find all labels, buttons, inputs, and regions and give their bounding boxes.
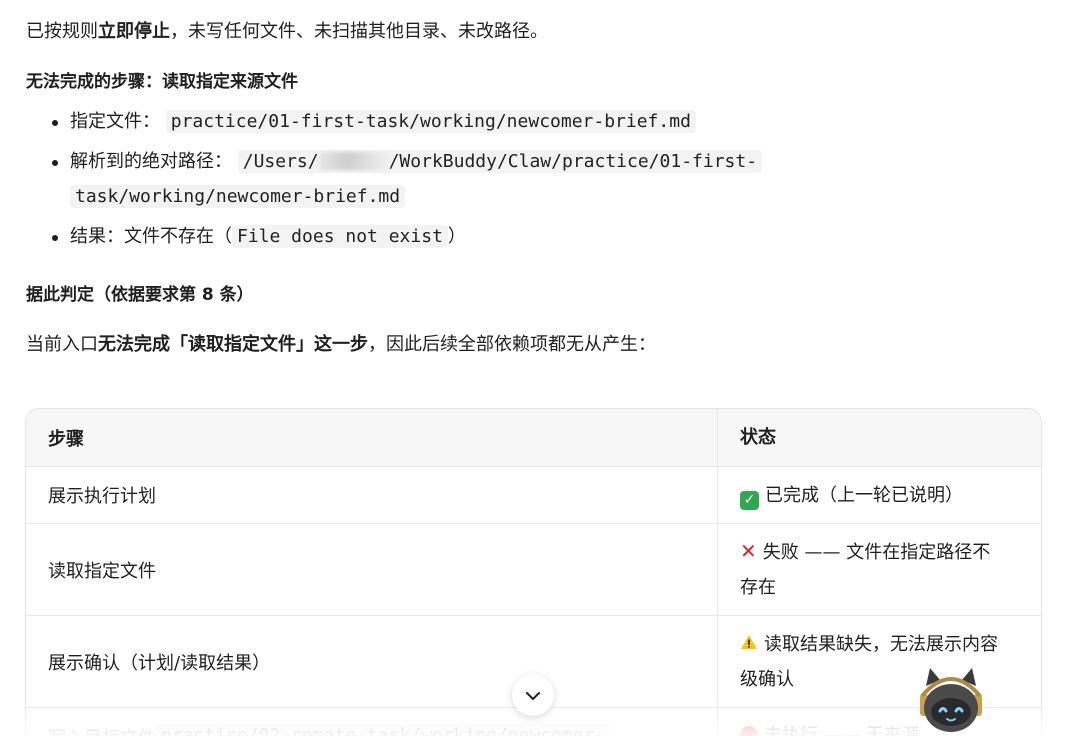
- verdict-heading: 据此判定（依据要求第 8 条）: [26, 285, 254, 305]
- check-icon: ✓: [740, 490, 759, 510]
- table-row: 读取指定文件 ✕ 失败 —— 文件在指定路径不 存在: [26, 524, 1041, 616]
- intro-bold: 立即停止: [98, 21, 170, 42]
- table-header-row: 步骤 状态: [26, 409, 1041, 467]
- table-row: 展示执行计划 ✓ 已完成（上一轮已说明）: [26, 467, 1041, 524]
- step-cell: 写入目标文件 practice/02-remote-task/working/n…: [26, 708, 718, 736]
- abs-path-code: /Users//WorkBuddy/Claw/practice/01-first…: [237, 150, 763, 173]
- failed-step-heading: 无法完成的步骤：读取指定来源文件: [26, 72, 298, 92]
- intro-line: 已按规则立即停止，未写任何文件、未扫描其他目录、未改路径。: [26, 21, 548, 42]
- status-cell: ✓ 已完成（上一轮已说明）: [718, 467, 1041, 523]
- chevron-down-icon: [525, 686, 541, 705]
- no-entry-icon: [740, 726, 758, 736]
- bullet-dot: [52, 235, 58, 241]
- abs-path-code-cont: task/working/newcomer-brief.md: [70, 185, 406, 208]
- step-cell: 展示确认（计划/读取结果）: [26, 616, 718, 707]
- list-item-abs-path-cont: task/working/newcomer-brief.md: [70, 184, 406, 210]
- warning-icon: [740, 627, 758, 662]
- step-cell: 展示执行计划: [26, 467, 718, 523]
- scroll-down-button[interactable]: [512, 674, 554, 716]
- list-item-abs-path: 解析到的绝对路径： /Users//WorkBuddy/Claw/practic…: [70, 149, 763, 175]
- redacted-username: [318, 152, 389, 170]
- status-cell: ✕ 失败 —— 文件在指定路径不 存在: [740, 539, 991, 598]
- robot-mascot-icon[interactable]: [908, 664, 994, 736]
- list-item-file: 指定文件： practice/01-first-task/working/new…: [70, 109, 696, 135]
- header-step: 步骤: [26, 409, 718, 466]
- header-status: 状态: [740, 427, 776, 448]
- cross-icon: ✕: [740, 539, 757, 563]
- step-cell: 读取指定文件: [26, 524, 718, 615]
- bullet-dot: [52, 160, 58, 166]
- bullet-dot: [52, 120, 58, 126]
- verdict-bold: 无法完成「读取指定文件」这一步: [98, 334, 368, 355]
- file-path-code: practice/01-first-task/working/newcomer-…: [165, 110, 696, 133]
- verdict-text: 当前入口无法完成「读取指定文件」这一步，因此后续全部依赖项都无从产生：: [26, 334, 656, 355]
- list-item-result: 结果：文件不存在（ File does not exist）: [70, 225, 466, 248]
- result-code: File does not exist: [232, 225, 448, 248]
